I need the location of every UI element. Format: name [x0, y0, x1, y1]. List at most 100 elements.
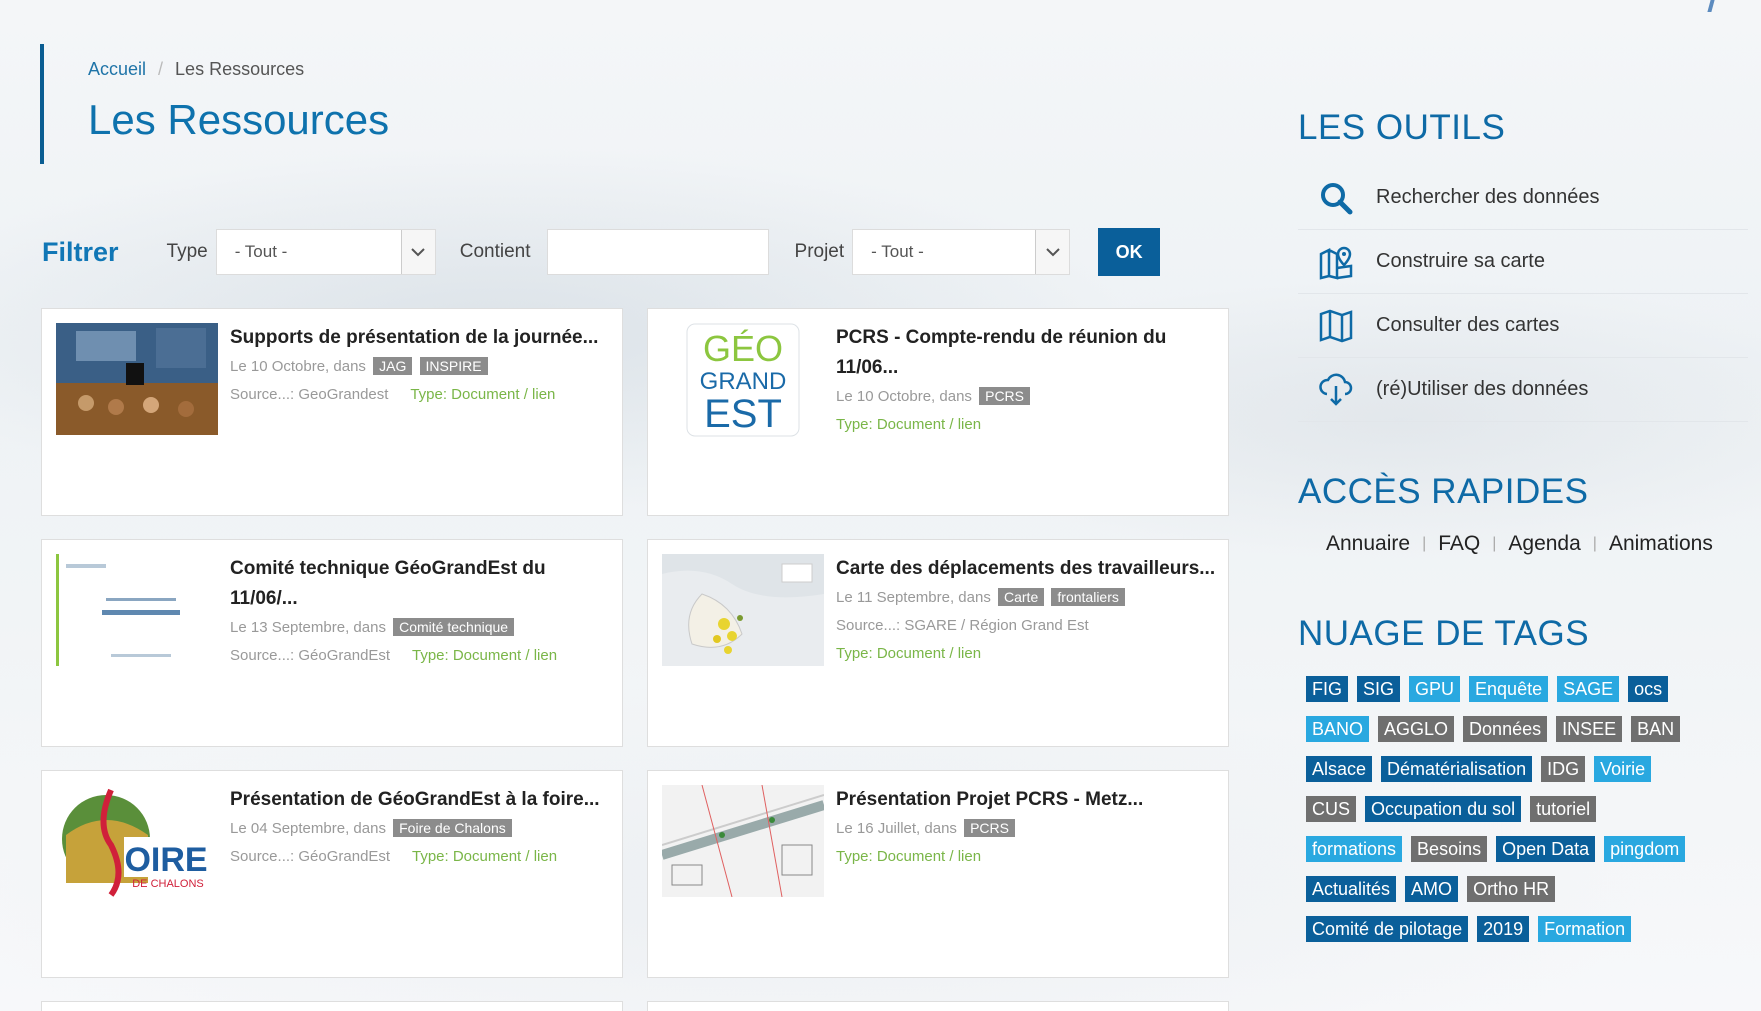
card-meta: Type: Document / lien [836, 843, 1216, 871]
resource-card-partial[interactable] [647, 1001, 1229, 1011]
card-date-text: Le 13 Septembre, dans [230, 619, 386, 636]
tag-link[interactable]: FIG [1306, 676, 1348, 702]
tag-link[interactable]: Ortho HR [1467, 876, 1556, 902]
link-faq[interactable]: FAQ [1438, 532, 1480, 556]
tag-link[interactable]: Open Data [1496, 836, 1596, 862]
tag-link[interactable]: AMO [1405, 876, 1459, 902]
map-icon [1316, 306, 1356, 346]
tag-link[interactable]: Voirie [1594, 756, 1652, 782]
tag-link[interactable]: Actualités [1306, 876, 1397, 902]
tool-search-data[interactable]: Rechercher des données [1298, 166, 1748, 230]
tag-link[interactable]: ocs [1628, 676, 1669, 702]
card-date: Le 10 Octobre, dans PCRS [836, 383, 1216, 411]
tag-link[interactable]: GPU [1409, 676, 1461, 702]
resource-card[interactable]: Présentation Projet PCRS - Metz... Le 16… [647, 770, 1229, 978]
card-tag[interactable]: frontaliers [1051, 588, 1125, 606]
card-title[interactable]: Présentation Projet PCRS - Metz... [836, 785, 1216, 815]
card-tag[interactable]: JAG [373, 357, 413, 375]
card-title[interactable]: Présentation de GéoGrandEst à la foire..… [230, 785, 610, 815]
quick-access-title: ACCÈS RAPIDES [1298, 472, 1589, 511]
tag-link[interactable]: Formation [1538, 916, 1632, 942]
project-select[interactable]: - Tout - [852, 229, 1071, 275]
card-thumbnail[interactable] [56, 323, 218, 435]
tag-cloud-title: NUAGE DE TAGS [1298, 614, 1590, 653]
resource-card[interactable]: Comité technique GéoGrandEst du 11/06/..… [41, 539, 623, 747]
tag-link[interactable]: SAGE [1557, 676, 1620, 702]
tag-link[interactable]: tutoriel [1530, 796, 1597, 822]
tag-row: Actualités AMO Ortho HR [1298, 876, 1738, 902]
filter-title: Filtrer [42, 236, 119, 267]
tag-link[interactable]: CUS [1306, 796, 1357, 822]
tag-link[interactable]: INSEE [1556, 716, 1623, 742]
tag-row: BANO AGGLO Données INSEE BAN [1298, 716, 1738, 742]
card-tag[interactable]: Carte [998, 588, 1045, 606]
page-header: Accueil / Les Ressources Les Ressources [40, 44, 389, 164]
type-select[interactable]: - Tout - [215, 229, 436, 275]
filter-bar: Filtrer Type - Tout - Contient Projet - … [42, 228, 1161, 276]
card-title[interactable]: PCRS - Compte-rendu de réunion du 11/06.… [836, 323, 1216, 383]
type-select-value: - Tout - [234, 242, 288, 261]
card-title[interactable]: Comité technique GéoGrandEst du 11/06/..… [230, 554, 610, 614]
chevron-down-icon[interactable] [1035, 230, 1070, 274]
tool-label: Consulter des cartes [1376, 314, 1560, 336]
tool-reuse-data[interactable]: (ré)Utiliser des données [1298, 358, 1748, 422]
tag-link[interactable]: Données [1463, 716, 1548, 742]
link-animations[interactable]: Animations [1609, 532, 1713, 556]
card-tag[interactable]: Comité technique [393, 618, 515, 636]
card-date: Le 16 Juillet, dans PCRS [836, 815, 1216, 843]
resource-card[interactable]: Supports de présentation de la journée..… [41, 308, 623, 516]
card-meta: Type: Document / lien [836, 411, 1216, 439]
tag-link[interactable]: formations [1306, 836, 1403, 862]
tag-link[interactable]: Comité de pilotage [1306, 916, 1469, 942]
card-thumbnail[interactable] [662, 785, 824, 897]
tag-link[interactable]: 2019 [1477, 916, 1530, 942]
card-type: Type: Document / lien [411, 848, 558, 865]
project-select-value: - Tout - [871, 242, 924, 261]
contains-input[interactable] [546, 229, 769, 275]
card-title[interactable]: Supports de présentation de la journée..… [230, 323, 610, 353]
tag-link[interactable]: Enquête [1469, 676, 1549, 702]
quick-separator: | [1492, 535, 1497, 552]
tag-link[interactable]: Alsace [1306, 756, 1373, 782]
tag-link[interactable]: IDG [1541, 756, 1586, 782]
search-icon [1316, 178, 1356, 218]
card-tag[interactable]: PCRS [979, 387, 1031, 405]
tag-link[interactable]: AGGLO [1378, 716, 1455, 742]
breadcrumb-separator: / [158, 59, 164, 79]
card-title[interactable]: Carte des déplacements des travailleurs.… [836, 554, 1216, 584]
tag-link[interactable]: Dématérialisation [1381, 756, 1533, 782]
foire-logo[interactable]: OIRE DE CHALONS [56, 785, 218, 897]
resource-card-partial[interactable] [41, 1001, 623, 1011]
link-agenda[interactable]: Agenda [1508, 532, 1580, 556]
map-pin-icon [1316, 242, 1356, 282]
geograndest-logo[interactable]: GÉO GRAND EST [686, 323, 800, 437]
resource-card[interactable]: Carte des déplacements des travailleurs.… [647, 539, 1229, 747]
breadcrumb: Accueil / Les Ressources [88, 59, 389, 80]
tool-build-map[interactable]: Construire sa carte [1298, 230, 1748, 294]
card-thumbnail[interactable] [56, 554, 218, 666]
card-type: Type: Document / lien [410, 386, 556, 403]
card-thumbnail[interactable] [662, 554, 824, 666]
tag-link[interactable]: SIG [1357, 676, 1401, 702]
card-tag[interactable]: Foire de Chalons [393, 819, 512, 837]
logo-text-oire: OIRE [124, 841, 207, 879]
tag-link[interactable]: Occupation du sol [1365, 796, 1522, 822]
card-type: Type: Document / lien [411, 647, 558, 664]
breadcrumb-current: Les Ressources [175, 59, 305, 79]
card-date-text: Le 10 Octobre, dans [836, 388, 972, 405]
card-tag[interactable]: INSPIRE [419, 357, 488, 375]
tag-link[interactable]: Besoins [1411, 836, 1488, 862]
card-type: Type: Document / lien [836, 848, 982, 865]
ok-button[interactable]: OK [1098, 228, 1161, 276]
breadcrumb-home-link[interactable]: Accueil [88, 59, 146, 80]
tag-link[interactable]: BANO [1306, 716, 1370, 742]
resource-card[interactable]: GÉO GRAND EST PCRS - Compte-rendu de réu… [647, 308, 1229, 516]
tag-link[interactable]: BAN [1631, 716, 1681, 742]
tool-view-maps[interactable]: Consulter des cartes [1298, 294, 1748, 358]
tag-link[interactable]: pingdom [1604, 836, 1686, 862]
link-annuaire[interactable]: Annuaire [1326, 532, 1410, 556]
quick-separator: | [1422, 535, 1427, 552]
chevron-down-icon[interactable] [400, 230, 435, 274]
resource-card[interactable]: OIRE DE CHALONS Présentation de GéoGrand… [41, 770, 623, 978]
card-tag[interactable]: PCRS [964, 819, 1015, 837]
